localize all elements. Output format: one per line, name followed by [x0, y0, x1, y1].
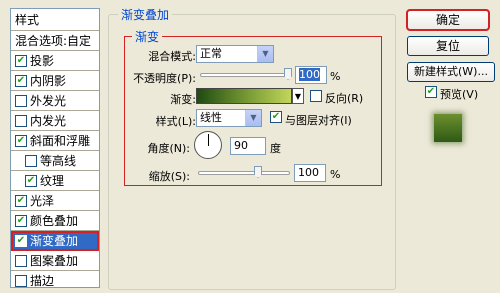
align-checkbox[interactable]: ✔ [270, 111, 282, 123]
reverse-checkbox[interactable] [310, 90, 322, 102]
style-item-checkbox[interactable] [15, 254, 27, 267]
chevron-down-icon: ▼ [257, 46, 273, 62]
style-item-checkbox[interactable]: ✔ [15, 54, 27, 67]
blend-mode-value: 正常 [200, 47, 222, 60]
scale-input[interactable]: 100 [294, 164, 326, 182]
style-item[interactable]: ✔ 纹理 [11, 171, 99, 191]
style-item-checkbox[interactable] [15, 274, 27, 287]
style-item-label: 渐变叠加 [30, 233, 79, 248]
style-item-checkbox[interactable] [25, 154, 37, 167]
blend-mode-label: 混合模式: [148, 50, 196, 63]
style-item-label: 等高线 [40, 153, 77, 168]
style-item-checkbox[interactable]: ✔ [15, 194, 27, 207]
angle-unit: 度 [270, 142, 281, 155]
preview-swatch [434, 114, 462, 142]
style-item-label: 光泽 [30, 193, 55, 208]
style-item-label: 颜色叠加 [30, 213, 79, 228]
reset-button[interactable]: 复位 [407, 36, 489, 56]
opacity-label: 不透明度(P): [133, 72, 196, 85]
reverse-label: 反向(R) [325, 92, 364, 105]
style-item-checkbox[interactable]: ✔ [15, 74, 27, 87]
style-item[interactable]: ✔ 光泽 [11, 191, 99, 211]
styles-list: 样式 混合选项:自定 ✔ 投影 ✔ 内阴影 外发光 内发光 ✔ 斜面和浮雕 等高线 ✔ 纹理 ✔ 光泽 ✔… [10, 8, 100, 288]
opacity-input[interactable]: 100 [295, 66, 327, 84]
gradient-subgroup-title: 渐变 [132, 28, 163, 45]
style-item[interactable]: 等高线 [11, 151, 99, 171]
align-label: 与图层对齐(I) [285, 114, 352, 127]
style-item[interactable]: ✔ 投影 [11, 51, 99, 71]
chevron-down-icon: ▼ [245, 110, 261, 126]
style-item-label: 内阴影 [30, 73, 67, 88]
style-item[interactable]: 描边 [11, 271, 99, 288]
style-item[interactable]: ✔ 渐变叠加 [11, 231, 99, 251]
style-item-label: 描边 [30, 273, 55, 288]
gradient-label: 渐变: [170, 93, 196, 106]
preview-checkbox[interactable]: ✔ [425, 86, 437, 98]
styles-header[interactable]: 样式 [11, 9, 99, 31]
style-select[interactable]: 线性 ▼ [196, 109, 262, 127]
angle-dial-icon[interactable] [194, 131, 222, 159]
style-item-label: 图案叠加 [30, 253, 79, 268]
new-style-button[interactable]: 新建样式(W)... [407, 62, 495, 82]
gradient-overlay-title: 渐变叠加 [118, 6, 173, 23]
scale-slider-track[interactable] [198, 171, 290, 175]
style-item-checkbox[interactable] [15, 114, 27, 127]
style-item-checkbox[interactable]: ✔ [15, 234, 27, 247]
style-item[interactable]: 内发光 [11, 111, 99, 131]
preview-label: 预览(V) [440, 88, 479, 101]
style-item-checkbox[interactable]: ✔ [15, 134, 27, 147]
ok-button[interactable]: 确定 [406, 9, 490, 31]
style-item-checkbox[interactable]: ✔ [25, 174, 37, 187]
opacity-slider-track[interactable] [200, 73, 292, 77]
style-item[interactable]: ✔ 内阴影 [11, 71, 99, 91]
style-item-label: 纹理 [40, 173, 65, 188]
opacity-value: 100 [299, 68, 320, 81]
scale-unit: % [330, 168, 341, 181]
gradient-picker-chevron-icon[interactable]: ▼ [292, 88, 304, 104]
angle-input[interactable]: 90 [230, 137, 266, 155]
style-item[interactable]: ✔ 颜色叠加 [11, 211, 99, 231]
style-value: 线性 [200, 111, 222, 124]
style-item-label: 投影 [30, 53, 55, 68]
style-item[interactable]: 外发光 [11, 91, 99, 111]
angle-label: 角度(N): [147, 142, 190, 155]
style-item[interactable]: ✔ 斜面和浮雕 [11, 131, 99, 151]
style-item-checkbox[interactable] [15, 94, 27, 107]
style-label: 样式(L): [155, 115, 196, 128]
blend-mode-select[interactable]: 正常 ▼ [196, 45, 274, 63]
scale-label: 缩放(S): [148, 170, 190, 183]
style-item-checkbox[interactable]: ✔ [15, 214, 27, 227]
opacity-unit: % [330, 70, 341, 83]
gradient-swatch[interactable] [196, 88, 292, 104]
style-item[interactable]: 图案叠加 [11, 251, 99, 271]
style-item-label: 内发光 [30, 113, 67, 128]
blend-options-item[interactable]: 混合选项:自定 [11, 31, 99, 51]
style-item-label: 外发光 [30, 93, 67, 108]
style-item-label: 斜面和浮雕 [30, 133, 91, 148]
style-preview [424, 104, 472, 152]
